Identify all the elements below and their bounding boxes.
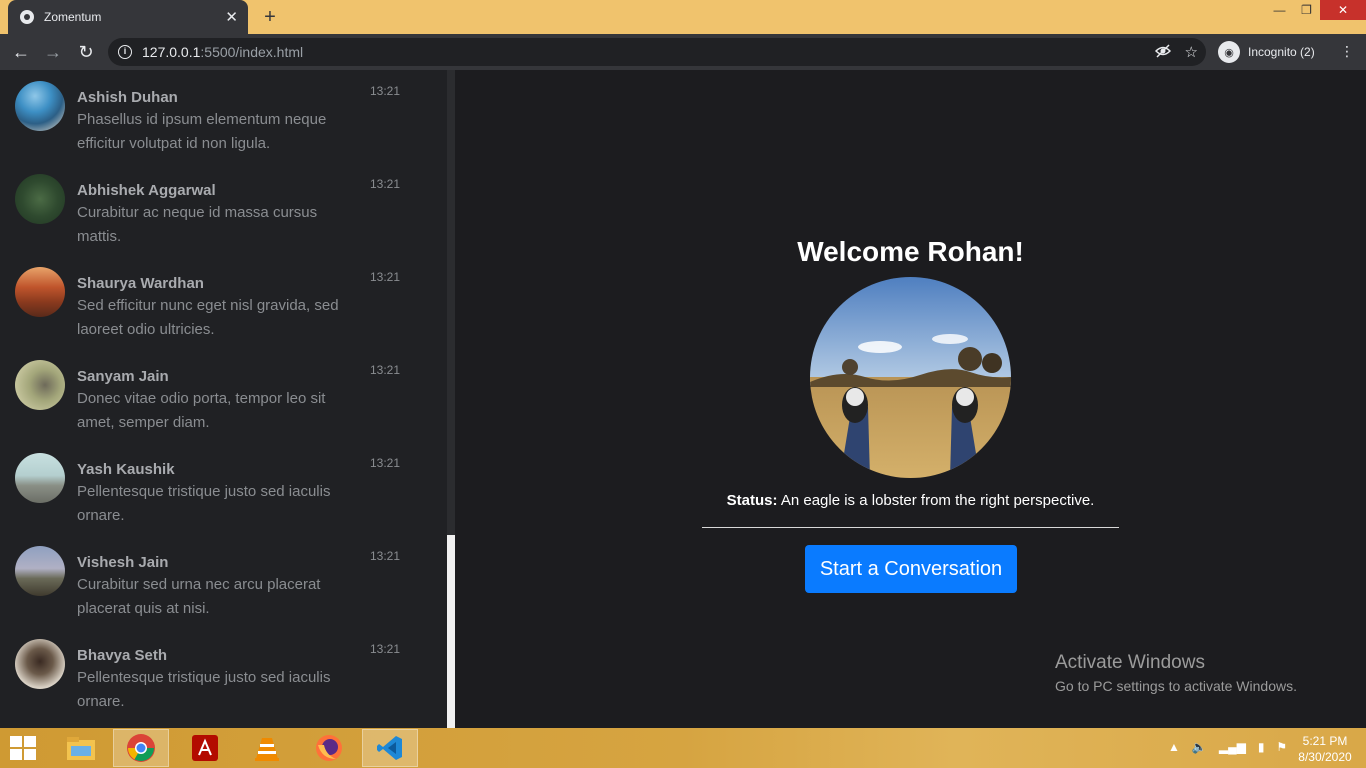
chat-item[interactable]: Abhishek Aggarwal Curabitur ac neque id … xyxy=(0,163,447,256)
chat-message: Curabitur ac neque id massa cursus matti… xyxy=(77,204,318,245)
clock-date: 8/30/2020 xyxy=(1298,750,1352,764)
chat-time: 13:21 xyxy=(370,549,401,563)
reload-button[interactable]: ↻ xyxy=(73,39,99,65)
browser-tab[interactable]: Zomentum ✕ xyxy=(8,0,248,34)
chat-time: 13:21 xyxy=(370,84,401,98)
chat-item[interactable]: Yash Kaushik Pellentesque tristique just… xyxy=(0,442,447,535)
new-tab-button[interactable]: + xyxy=(258,5,282,29)
watermark-subtitle: Go to PC settings to activate Windows. xyxy=(1055,678,1297,694)
chat-name: Bhavya Seth xyxy=(77,647,168,664)
tab-title: Zomentum xyxy=(44,10,102,24)
chat-name: Vishesh Jain xyxy=(77,554,169,571)
action-center-icon[interactable]: ⚑ xyxy=(1276,740,1287,754)
avatar xyxy=(15,174,65,224)
info-icon[interactable]: i xyxy=(118,45,132,59)
vlc-icon[interactable] xyxy=(239,729,295,767)
chat-time: 13:21 xyxy=(370,270,401,284)
incognito-indicator[interactable]: ◉ Incognito (2) xyxy=(1214,38,1323,66)
avatar xyxy=(15,546,65,596)
more-menu-icon[interactable]: ⋮ xyxy=(1340,43,1354,60)
scrollbar-thumb[interactable] xyxy=(447,535,455,728)
eye-off-icon[interactable] xyxy=(1154,43,1171,63)
chat-message: Pellentesque tristique justo sed iaculis… xyxy=(77,669,331,710)
chat-time: 13:21 xyxy=(370,642,401,656)
chat-message: Sed efficitur nunc eget nisl gravida, se… xyxy=(77,297,339,338)
chat-time: 13:21 xyxy=(370,363,401,377)
browser-tabstrip: Zomentum ✕ + — ❐ ✕ xyxy=(0,0,1366,34)
profile-picture xyxy=(810,277,1011,478)
network-icon[interactable]: ▂▄▆ xyxy=(1219,740,1246,754)
chat-name: Shaurya Wardhan xyxy=(77,275,204,292)
welcome-heading: Welcome Rohan! xyxy=(797,236,1024,267)
chat-time: 13:21 xyxy=(370,456,401,470)
url-path: :5500/index.html xyxy=(200,44,304,60)
avatar xyxy=(15,267,65,317)
incognito-label: Incognito (2) xyxy=(1248,45,1315,59)
chat-message: Donec vitae odio porta, tempor leo sit a… xyxy=(77,390,326,431)
divider xyxy=(702,527,1119,528)
avatar xyxy=(15,639,65,689)
chrome-icon[interactable] xyxy=(113,729,169,767)
minimize-button[interactable]: — xyxy=(1266,0,1293,20)
url-host: 127.0.0.1 xyxy=(142,44,201,60)
activate-windows-watermark: Activate Windows Go to PC settings to ac… xyxy=(1055,652,1297,694)
address-bar[interactable]: i 127.0.0.1:5500/index.html ☆ xyxy=(108,38,1206,66)
start-button[interactable] xyxy=(10,736,38,760)
volume-icon[interactable]: 🔈 xyxy=(1192,740,1207,754)
chat-list: Ashish Duhan Phasellus id ipsum elementu… xyxy=(0,70,455,728)
forward-button[interactable]: → xyxy=(40,39,66,65)
window-controls: — ❐ ✕ xyxy=(1266,0,1366,22)
battery-icon[interactable]: ▮ xyxy=(1258,740,1265,754)
back-button[interactable]: ← xyxy=(8,39,34,65)
status-text: An eagle is a lobster from the right per… xyxy=(780,492,1095,509)
avatar xyxy=(15,453,65,503)
status-line: Status: An eagle is a lobster from the r… xyxy=(455,492,1366,509)
chat-message: Pellentesque tristique justo sed iaculis… xyxy=(77,483,331,524)
taskbar: ▲ 🔈 ▂▄▆ ▮ ⚑ 5:21 PM 8/30/2020 xyxy=(0,728,1366,768)
globe-icon xyxy=(20,10,34,24)
status-label: Status: xyxy=(726,492,778,509)
show-hidden-icons-icon[interactable]: ▲ xyxy=(1168,740,1180,754)
system-tray: ▲ 🔈 ▂▄▆ ▮ ⚑ xyxy=(1168,740,1287,754)
close-window-button[interactable]: ✕ xyxy=(1320,0,1366,20)
chat-name: Ashish Duhan xyxy=(77,89,178,106)
vscode-icon[interactable] xyxy=(362,729,418,767)
welcome-panel: Welcome Rohan! Status: An eagle is a lob… xyxy=(455,70,1366,728)
chat-message: Phasellus id ipsum elementum neque effic… xyxy=(77,111,327,152)
avatar xyxy=(15,81,65,131)
clock[interactable]: 5:21 PM 8/30/2020 xyxy=(1290,733,1360,765)
star-icon[interactable]: ☆ xyxy=(1185,43,1198,63)
chat-name: Abhishek Aggarwal xyxy=(77,182,216,199)
chat-item[interactable]: Ashish Duhan Phasellus id ipsum elementu… xyxy=(0,70,447,163)
chat-name: Yash Kaushik xyxy=(77,461,175,478)
firefox-icon[interactable] xyxy=(301,729,357,767)
avatar xyxy=(15,360,65,410)
start-conversation-button[interactable]: Start a Conversation xyxy=(805,545,1017,593)
incognito-icon: ◉ xyxy=(1218,41,1240,63)
file-explorer-icon[interactable] xyxy=(53,729,109,767)
chat-item[interactable]: Sanyam Jain Donec vitae odio porta, temp… xyxy=(0,349,447,442)
chat-item[interactable]: Shaurya Wardhan Sed efficitur nunc eget … xyxy=(0,256,447,349)
restore-button[interactable]: ❐ xyxy=(1293,0,1320,20)
chat-item[interactable]: Vishesh Jain Curabitur sed urna nec arcu… xyxy=(0,535,447,628)
clock-time: 5:21 PM xyxy=(1302,734,1348,748)
chat-item[interactable]: Bhavya Seth Pellentesque tristique justo… xyxy=(0,628,447,721)
acrobat-icon[interactable] xyxy=(177,729,233,767)
chat-message: Curabitur sed urna nec arcu placerat pla… xyxy=(77,576,321,617)
browser-toolbar: ← → ↻ i 127.0.0.1:5500/index.html ☆ ◉ In… xyxy=(0,34,1366,70)
page: Ashish Duhan Phasellus id ipsum elementu… xyxy=(0,70,1366,728)
chat-name: Sanyam Jain xyxy=(77,368,169,385)
watermark-title: Activate Windows xyxy=(1055,652,1205,673)
chat-time: 13:21 xyxy=(370,177,401,191)
close-tab-icon[interactable]: ✕ xyxy=(225,8,238,26)
